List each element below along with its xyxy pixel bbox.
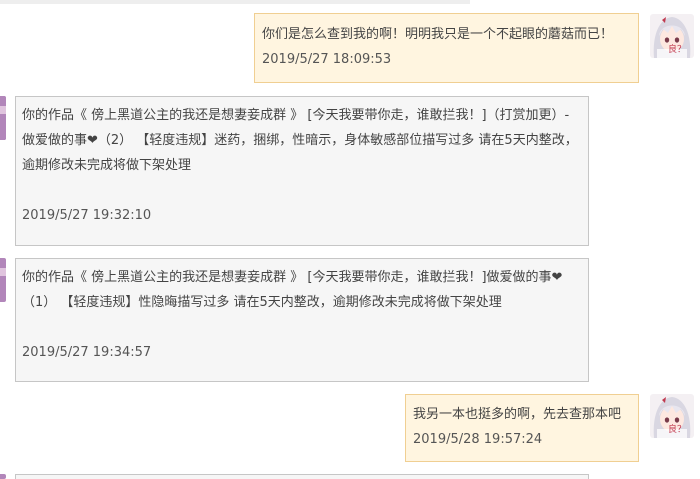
message-text: 你们是怎么查到我的啊！明明我只是一个不起眼的蘑菇而已！: [262, 27, 614, 42]
message-bubble-outgoing[interactable]: 你们是怎么查到我的啊！明明我只是一个不起眼的蘑菇而已！ 2019/5/27 18…: [254, 13, 639, 83]
system-avatar-icon: [0, 258, 6, 302]
message-text: 我另一本也挺多的啊，先去查那本吧: [413, 407, 622, 422]
message-bubble-incoming[interactable]: 你的作品《 傍上黑道公主的我还是想妻妾成群 》 [今天我要带你走，谁敢拦我！]做…: [15, 258, 589, 382]
message-text: 你的作品《 傍上黑道公主的我还是想妻妾成群 》 [今天我要带你走，谁敢拦我！]做…: [22, 270, 563, 310]
message-timestamp: 2019/5/28 19:57:24: [413, 432, 543, 447]
message-bubble-outgoing[interactable]: 我另一本也挺多的啊，先去查那本吧 2019/5/28 19:57:24: [405, 394, 639, 462]
message-timestamp: 2019/5/27 18:09:53: [262, 52, 392, 67]
message-spacer: [22, 315, 580, 340]
message-timestamp: 2019/5/27 19:32:10: [22, 208, 152, 223]
system-avatar-icon: [0, 96, 6, 140]
user-avatar[interactable]: 良？: [650, 14, 694, 58]
message-timestamp: 2019/5/27 19:34:57: [22, 345, 152, 360]
system-avatar[interactable]: [0, 258, 6, 302]
next-message-edge: [15, 474, 589, 479]
message-text: 你的作品《 傍上黑道公主的我还是想妻妾成群 》 [今天我要带你走，谁敢拦我！]（…: [22, 108, 578, 173]
message-bubble-incoming[interactable]: 你的作品《 傍上黑道公主的我还是想妻妾成群 》 [今天我要带你走，谁敢拦我！]（…: [15, 96, 589, 246]
avatar-caption: 良？: [668, 425, 687, 435]
avatar-caption: 良？: [668, 45, 687, 55]
chat-thread: 你们是怎么查到我的啊！明明我只是一个不起眼的蘑菇而已！ 2019/5/27 18…: [0, 0, 700, 479]
message-spacer: [22, 178, 580, 203]
user-avatar[interactable]: 良？: [650, 394, 694, 438]
system-avatar-partial: [0, 474, 6, 479]
previous-message-edge: [0, 0, 470, 4]
system-avatar[interactable]: [0, 96, 6, 140]
